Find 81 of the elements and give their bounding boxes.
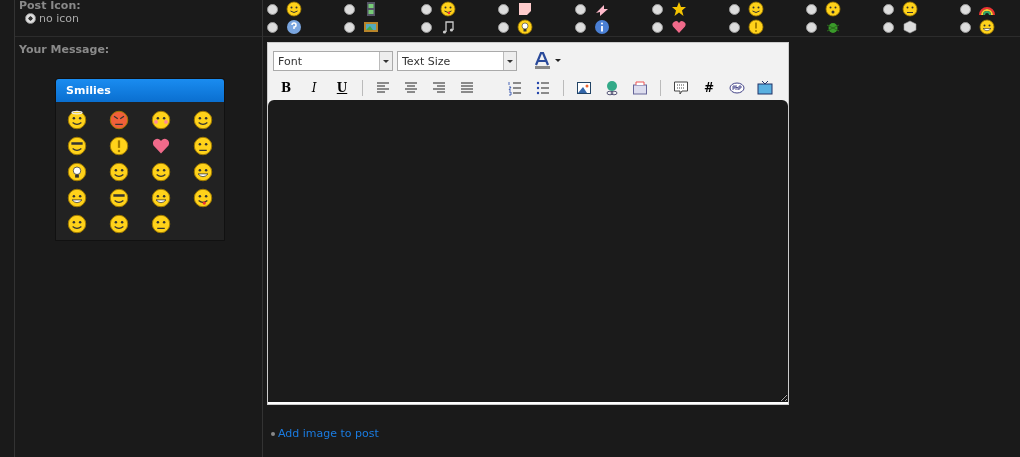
underline-button[interactable]: U: [334, 80, 350, 96]
smilies-title: Smilies: [56, 79, 224, 102]
speech-bubble-icon[interactable]: [673, 80, 689, 96]
your-message-label: Your Message:: [19, 43, 111, 56]
smiley-icon[interactable]: [109, 162, 129, 182]
text-size-dropdown[interactable]: Text Size: [397, 51, 517, 71]
add-image-link[interactable]: Add image to post: [278, 427, 379, 440]
smiley-icon: [748, 1, 764, 17]
heart-icon: [671, 19, 687, 35]
message-field[interactable]: [268, 100, 788, 404]
radio-button[interactable]: [806, 3, 817, 15]
question-icon: [286, 19, 302, 35]
envelope-icon[interactable]: [632, 80, 648, 96]
smiley-icon[interactable]: [67, 214, 87, 234]
smiley-icon[interactable]: [151, 162, 171, 182]
align-right-icon[interactable]: [431, 80, 447, 96]
dropdown-button[interactable]: [503, 52, 516, 70]
grinning-face-icon[interactable]: [151, 188, 171, 208]
picture-icon[interactable]: [576, 80, 592, 96]
sad-face-icon[interactable]: [151, 214, 171, 234]
radio-button[interactable]: [652, 3, 663, 15]
numbered-list-icon[interactable]: [507, 80, 523, 96]
star-icon: [671, 1, 687, 17]
angel-face-icon[interactable]: [67, 110, 87, 130]
radio-button[interactable]: [344, 3, 355, 15]
no-icon-label: no icon: [39, 12, 79, 25]
hash-button[interactable]: #: [701, 80, 717, 96]
dropdown-button[interactable]: [379, 52, 392, 70]
radio-button[interactable]: [575, 3, 586, 15]
radio-button[interactable]: [498, 3, 509, 15]
align-center-icon[interactable]: [403, 80, 419, 96]
radio-button[interactable]: [883, 3, 894, 15]
post-icon-label: Post Icon:: [19, 0, 82, 12]
exclamation-icon: [748, 19, 764, 35]
radio-button[interactable]: [883, 21, 894, 33]
radio-button[interactable]: [25, 13, 36, 24]
align-left-icon[interactable]: [375, 80, 391, 96]
radio-button[interactable]: [729, 3, 740, 15]
heart-icon[interactable]: [151, 136, 171, 156]
radio-button[interactable]: [729, 21, 740, 33]
globe-chain-icon[interactable]: [604, 80, 620, 96]
angry-face-icon[interactable]: [109, 110, 129, 130]
smiley-icon[interactable]: [193, 110, 213, 130]
smiley-icon[interactable]: [109, 214, 129, 234]
radio-button[interactable]: [421, 21, 432, 33]
radio-button[interactable]: [960, 3, 971, 15]
blushing-face-icon[interactable]: [151, 110, 171, 130]
lightbulb-icon[interactable]: [67, 162, 87, 182]
cube-icon: [902, 19, 918, 35]
sunglasses-face-icon[interactable]: [67, 136, 87, 156]
picture-icon: [363, 19, 379, 35]
radio-button[interactable]: [652, 21, 663, 33]
radio-button[interactable]: [806, 21, 817, 33]
exclamation-icon[interactable]: [109, 136, 129, 156]
radio-button[interactable]: [344, 21, 355, 33]
font-color-button[interactable]: [533, 52, 563, 70]
sunglasses-face-icon[interactable]: [109, 188, 129, 208]
italic-button[interactable]: I: [306, 80, 322, 96]
smiley-icon: [286, 1, 302, 17]
tongue-face-icon[interactable]: [193, 188, 213, 208]
tongue-face-icon: [440, 1, 456, 17]
grinning-face-icon[interactable]: [67, 188, 87, 208]
bold-button[interactable]: B: [278, 80, 294, 96]
radio-button[interactable]: [498, 21, 509, 33]
info-icon: [594, 19, 610, 35]
font-dropdown[interactable]: Font: [273, 51, 393, 71]
surprised-face-icon: [825, 1, 841, 17]
grinning-face-icon[interactable]: [193, 162, 213, 182]
radio-button[interactable]: [421, 3, 432, 15]
justify-icon[interactable]: [459, 80, 475, 96]
php-icon[interactable]: [729, 80, 745, 96]
television-icon[interactable]: [757, 80, 773, 96]
sad-face-icon: [902, 1, 918, 17]
music-note-icon: [440, 19, 456, 35]
radio-button[interactable]: [267, 21, 278, 33]
radio-button[interactable]: [575, 21, 586, 33]
radio-button[interactable]: [267, 3, 278, 15]
bulleted-list-icon[interactable]: [535, 80, 551, 96]
radio-button[interactable]: [960, 21, 971, 33]
confused-face-icon[interactable]: [193, 136, 213, 156]
note-icon: [517, 1, 533, 17]
